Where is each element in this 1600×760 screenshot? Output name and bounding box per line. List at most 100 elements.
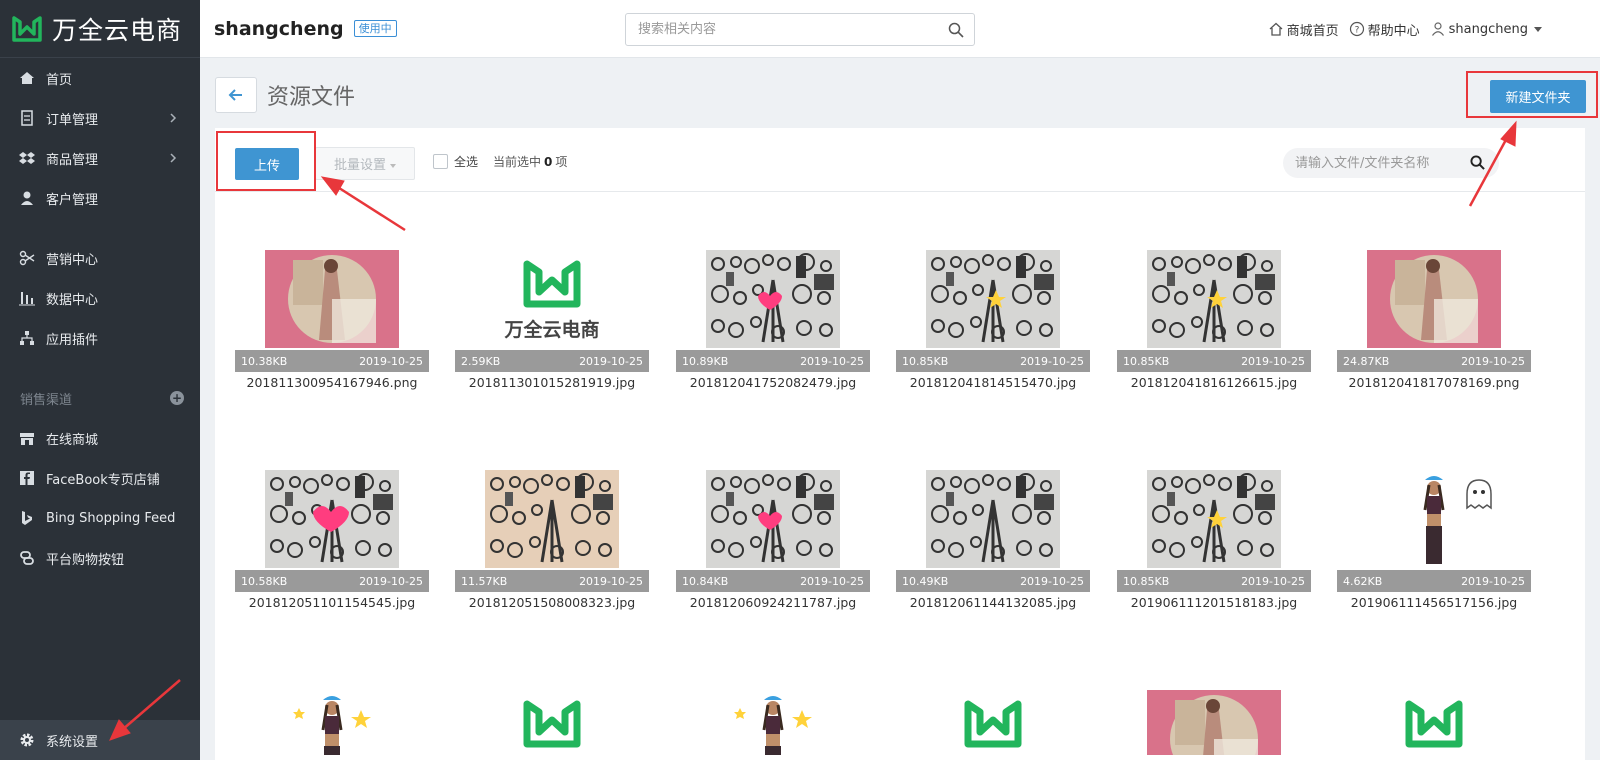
search-icon[interactable] [948, 22, 964, 38]
file-item[interactable]: 万全云电商 [896, 690, 1090, 755]
file-item[interactable]: 24.87KB 2019-10-25 201812041817078169.pn… [1337, 250, 1531, 395]
sidebar-item-customers[interactable]: 客户管理 [0, 178, 200, 218]
file-size: 10.84KB [682, 574, 729, 588]
file-meta: 4.62KB 2019-10-25 [1337, 570, 1531, 592]
sidebar-item-label: 平台购物按钮 [46, 552, 125, 568]
file-item[interactable]: 10.85KB 2019-10-25 201812041814515470.jp… [896, 250, 1090, 395]
file-size: 10.85KB [902, 354, 949, 368]
file-thumbnail [926, 470, 1060, 568]
upload-button[interactable]: 上传 [235, 148, 299, 180]
file-name: 201812060924211787.jpg [689, 595, 857, 610]
file-item[interactable]: 10.58KB 2019-10-25 201812051101154545.jp… [235, 470, 429, 615]
file-item[interactable]: 10.85KB 2019-10-25 201906111201518183.jp… [1117, 470, 1311, 615]
gear-icon [18, 731, 36, 749]
sidebar-item-marketing[interactable]: 营销中心 [0, 238, 200, 278]
bing-icon [18, 509, 36, 527]
file-thumbnail: 万全云电商 [485, 690, 619, 755]
select-all-checkbox[interactable]: 全选 [433, 153, 478, 170]
chevron-down-icon [1534, 26, 1542, 32]
file-thumbnail [265, 690, 399, 755]
file-date: 2019-10-25 [359, 574, 423, 588]
file-size: 24.87KB [1343, 354, 1390, 368]
file-name: 201906111456517156.jpg [1350, 595, 1518, 610]
scissors-icon [18, 249, 36, 267]
file-item[interactable]: 11.57KB 2019-10-25 201812051508008323.jp… [455, 470, 649, 615]
file-size: 10.85KB [1123, 574, 1170, 588]
sidebar-item-platform-button[interactable]: 平台购物按钮 [0, 538, 200, 578]
file-meta: 10.85KB 2019-10-25 [896, 350, 1090, 372]
file-date: 2019-10-25 [1020, 574, 1084, 588]
file-meta: 10.85KB 2019-10-25 [1117, 570, 1311, 592]
file-item[interactable]: 10.89KB 2019-10-25 201812041752082479.jp… [676, 250, 870, 395]
svg-text:?: ? [1354, 26, 1359, 36]
file-date: 2019-10-25 [579, 354, 643, 368]
file-date: 2019-10-25 [359, 354, 423, 368]
top-header: shangcheng 使用中 商城首页 ? 帮助中心 shangcheng [200, 0, 1600, 58]
new-folder-button[interactable]: 新建文件夹 [1490, 80, 1586, 113]
file-date: 2019-10-25 [1241, 574, 1305, 588]
sales-channel-title: 销售渠道 + [20, 391, 184, 408]
file-meta: 10.84KB 2019-10-25 [676, 570, 870, 592]
file-item[interactable]: 万全云电商 [1337, 690, 1531, 755]
file-item[interactable]: 万全云电商 2.59KB 2019-10-25 2018113010152819… [455, 250, 649, 395]
file-search-input[interactable] [1283, 148, 1463, 178]
sidebar-item-plugins[interactable]: 应用插件 [0, 318, 200, 358]
global-search [625, 13, 975, 46]
dropbox-icon [18, 149, 36, 167]
file-thumbnail [265, 470, 399, 568]
file-name: 201812041816126615.jpg [1130, 375, 1298, 390]
sidebar-item-home[interactable]: 首页 [0, 58, 200, 98]
file-thumbnail [265, 250, 399, 348]
file-name: 201811300954167946.png [246, 375, 418, 390]
sidebar: 万全云电商 首页 订单管理 商品管理 客户管理 营销中心 数据中心 应用插件 销… [0, 0, 200, 760]
file-meta: 11.57KB 2019-10-25 [455, 570, 649, 592]
add-channel-icon[interactable]: + [170, 391, 184, 405]
brand-name: 万全云电商 [52, 15, 183, 45]
sidebar-item-orders[interactable]: 订单管理 [0, 98, 200, 138]
file-search [1283, 148, 1499, 178]
sidebar-item-online-store[interactable]: 在线商城 [0, 418, 200, 458]
file-name: 201811301015281919.jpg [468, 375, 636, 390]
file-item[interactable]: 10.38KB 2019-10-25 201811300954167946.pn… [235, 250, 429, 395]
batch-settings-button[interactable]: 批量设置 [315, 147, 415, 180]
file-item[interactable] [1117, 690, 1311, 755]
file-thumbnail [1367, 470, 1501, 568]
chevron-right-icon [170, 153, 177, 163]
file-name: 201812041814515470.jpg [909, 375, 1077, 390]
file-item[interactable]: 10.84KB 2019-10-25 201812060924211787.jp… [676, 470, 870, 615]
back-button[interactable] [215, 77, 257, 113]
file-name: 201812051101154545.jpg [248, 595, 416, 610]
help-center-link[interactable]: ? 帮助中心 [1349, 20, 1420, 39]
global-search-input[interactable] [626, 14, 926, 45]
user-menu[interactable]: shangcheng [1430, 21, 1542, 37]
sidebar-item-label: 订单管理 [46, 112, 99, 128]
sitemap-icon [18, 329, 36, 347]
chevron-right-icon [170, 113, 177, 123]
brand[interactable]: 万全云电商 [0, 0, 200, 58]
svg-text:万全云电商: 万全云电商 [503, 318, 599, 341]
file-meta: 10.38KB 2019-10-25 [235, 350, 429, 372]
file-item[interactable]: 4.62KB 2019-10-25 201906111456517156.jpg [1337, 470, 1531, 615]
file-date: 2019-10-25 [1461, 574, 1525, 588]
file-thumbnail [1147, 250, 1281, 348]
page-title: 资源文件 [267, 85, 356, 110]
sidebar-item-settings[interactable]: 系统设置 [0, 720, 200, 760]
sidebar-item-products[interactable]: 商品管理 [0, 138, 200, 178]
file-item[interactable] [235, 690, 429, 755]
file-name: 201906111201518183.jpg [1130, 595, 1298, 610]
checkbox[interactable] [433, 154, 448, 169]
file-item[interactable]: 万全云电商 [455, 690, 649, 755]
file-name: 201812041752082479.jpg [689, 375, 857, 390]
main-nav: 首页 订单管理 商品管理 客户管理 营销中心 数据中心 应用插件 销售渠道 + … [0, 58, 200, 578]
sidebar-item-data[interactable]: 数据中心 [0, 278, 200, 318]
sidebar-item-bing[interactable]: Bing Shopping Feed [0, 498, 200, 538]
file-date: 2019-10-25 [1020, 354, 1084, 368]
file-item[interactable] [676, 690, 870, 755]
file-size: 10.89KB [682, 354, 729, 368]
sidebar-item-facebook[interactable]: FaceBook专页店铺 [0, 458, 200, 498]
file-item[interactable]: 10.85KB 2019-10-25 201812041816126615.jp… [1117, 250, 1311, 395]
search-icon[interactable] [1470, 155, 1485, 170]
file-item[interactable]: 10.49KB 2019-10-25 201812061144132085.jp… [896, 470, 1090, 615]
file-thumbnail [706, 690, 840, 755]
store-home-link[interactable]: 商城首页 [1268, 20, 1339, 39]
